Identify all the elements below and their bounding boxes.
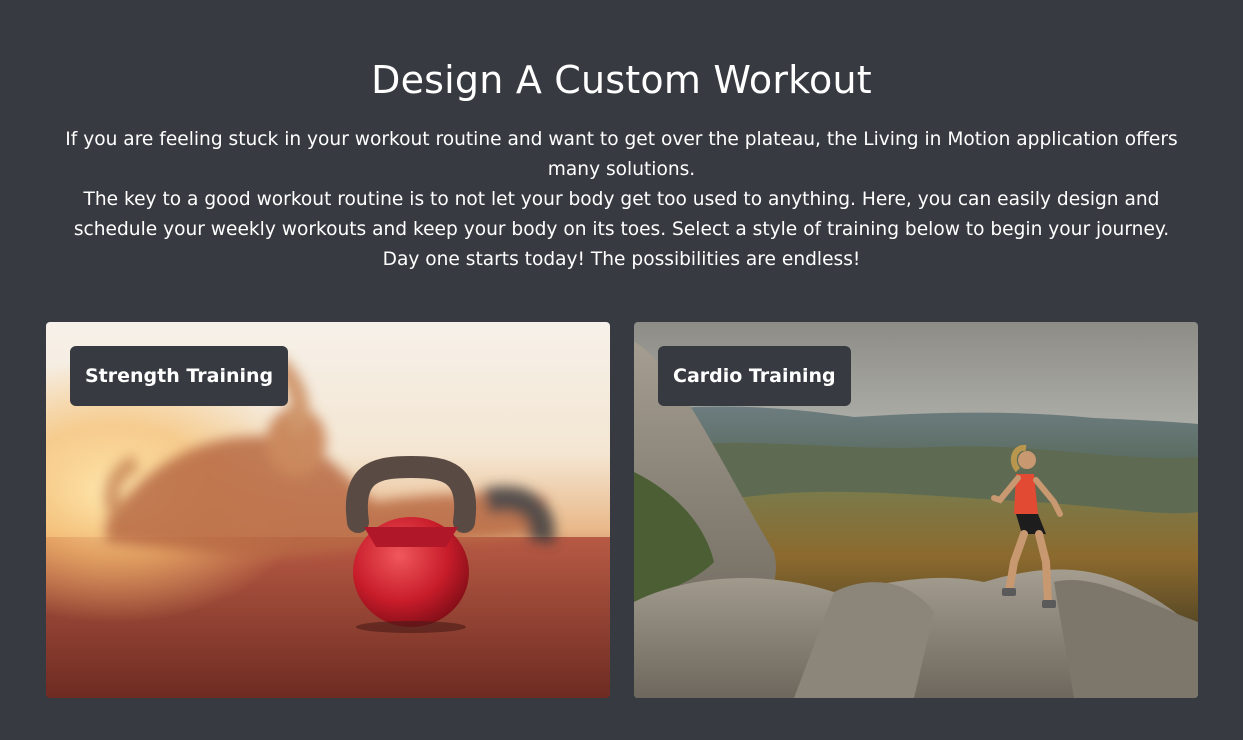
strength-training-label[interactable]: Strength Training: [70, 346, 289, 406]
intro-text: If you are feeling stuck in your workout…: [40, 125, 1203, 275]
intro-paragraph-1: If you are feeling stuck in your workout…: [65, 129, 1178, 180]
cardio-training-card[interactable]: Cardio Training: [634, 322, 1198, 698]
workout-design-page: Design A Custom Workout If you are feeli…: [0, 0, 1243, 740]
cardio-training-label[interactable]: Cardio Training: [658, 346, 851, 406]
page-title: Design A Custom Workout: [371, 58, 872, 102]
intro-paragraph-3: Day one starts today! The possibilities …: [382, 249, 861, 270]
intro-paragraph-2: The key to a good workout routine is to …: [73, 189, 1170, 240]
strength-training-card[interactable]: Strength Training: [46, 322, 610, 698]
